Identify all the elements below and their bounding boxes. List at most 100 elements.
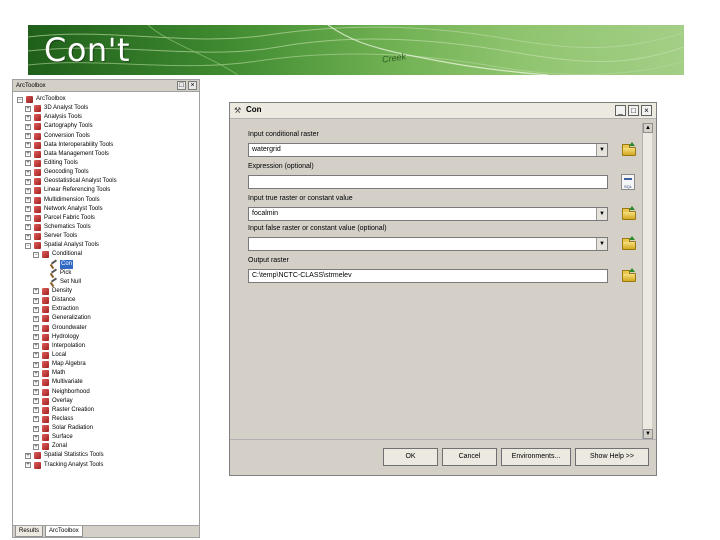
tree-item[interactable]: + Distance [13, 296, 199, 305]
expand-icon[interactable]: + [33, 361, 39, 368]
tree-item[interactable]: + Solar Radiation [13, 424, 199, 433]
minimize-button[interactable]: _ [615, 105, 626, 116]
tree-item[interactable]: + Math [13, 369, 199, 378]
tree-item[interactable]: + Schematics Tools [13, 223, 199, 232]
tree-item[interactable]: + Interpolation [13, 342, 199, 351]
expand-icon[interactable]: + [25, 462, 31, 469]
tree-item[interactable]: + Network Analyst Tools [13, 205, 199, 214]
expand-icon[interactable]: + [25, 197, 31, 204]
expand-icon[interactable]: + [25, 114, 31, 121]
tree-item[interactable]: + Local [13, 351, 199, 360]
tree-item[interactable]: + Reclass [13, 415, 199, 424]
expand-icon[interactable]: + [33, 325, 39, 332]
expand-icon[interactable]: + [25, 224, 31, 231]
ok-button[interactable]: OK [383, 448, 438, 466]
tree-item[interactable]: + Linear Referencing Tools [13, 186, 199, 195]
expand-icon[interactable]: + [25, 142, 31, 149]
tree-item[interactable]: − Spatial Analyst Tools [13, 241, 199, 250]
expand-icon[interactable]: + [33, 352, 39, 359]
expand-icon[interactable]: + [33, 407, 39, 414]
output-raster-input[interactable]: C:\temp\NCTC-CLASS\strmelev [248, 269, 608, 283]
tree-item[interactable]: + Parcel Fabric Tools [13, 214, 199, 223]
tree-item[interactable]: + Zonal [13, 442, 199, 451]
expand-icon[interactable]: + [25, 452, 31, 459]
collapse-icon[interactable]: − [33, 251, 39, 258]
tab-results[interactable]: Results [15, 526, 44, 537]
expand-icon[interactable]: + [33, 416, 39, 423]
tree-item[interactable]: + Density [13, 287, 199, 296]
arctoolbox-titlebar[interactable]: ArcToolbox □ × [13, 80, 199, 92]
collapse-icon[interactable]: − [17, 96, 23, 103]
arctoolbox-restore-button[interactable]: □ [177, 81, 186, 90]
tree-item[interactable]: − ArcToolbox [13, 95, 199, 104]
tree-item[interactable]: +3D Analyst Tools [13, 104, 199, 113]
collapse-icon[interactable]: − [25, 242, 31, 249]
expand-icon[interactable]: + [25, 160, 31, 167]
tree-item[interactable]: + Spatial Statistics Tools [13, 451, 199, 460]
expand-icon[interactable]: + [33, 297, 39, 304]
tree-item[interactable]: + Data Interoperability Tools [13, 141, 199, 150]
expand-icon[interactable]: + [33, 434, 39, 441]
browse-output-raster-button[interactable] [621, 268, 637, 283]
input-true-raster-select[interactable]: focalmin ▼ [248, 207, 608, 221]
expand-icon[interactable]: + [33, 425, 39, 432]
tree-item[interactable]: + Conversion Tools [13, 132, 199, 141]
tree-item[interactable]: Pick [13, 269, 199, 278]
expand-icon[interactable]: + [33, 315, 39, 322]
tree-item[interactable]: Set Null [13, 278, 199, 287]
tree-item[interactable]: + Geostatistical Analyst Tools [13, 177, 199, 186]
show-help-button[interactable]: Show Help >> [575, 448, 649, 466]
tree-item[interactable]: + Surface [13, 433, 199, 442]
tree-item[interactable]: + Editing Tools [13, 159, 199, 168]
tree-item[interactable]: + Multivariate [13, 378, 199, 387]
expand-icon[interactable]: + [33, 334, 39, 341]
expand-icon[interactable]: + [25, 187, 31, 194]
cancel-button[interactable]: Cancel [442, 448, 497, 466]
tree-item[interactable]: + Groundwater [13, 324, 199, 333]
expand-icon[interactable]: + [25, 178, 31, 185]
tree-item[interactable]: + Generalization [13, 314, 199, 323]
browse-true-raster-button[interactable] [621, 206, 637, 221]
environments-button[interactable]: Environments... [501, 448, 571, 466]
expand-icon[interactable]: + [25, 105, 31, 112]
expand-icon[interactable]: + [25, 133, 31, 140]
expand-icon[interactable]: + [25, 123, 31, 130]
tree-item[interactable]: + Overlay [13, 397, 199, 406]
scroll-up-button[interactable]: ▲ [643, 123, 653, 133]
tree-item[interactable]: − Conditional [13, 250, 199, 259]
tree-item[interactable]: + Raster Creation [13, 406, 199, 415]
tree-item[interactable]: Con [13, 259, 199, 269]
tree-item[interactable]: + Analysis Tools [13, 113, 199, 122]
expand-icon[interactable]: + [25, 215, 31, 222]
expand-icon[interactable]: + [25, 233, 31, 240]
chevron-down-icon[interactable]: ▼ [596, 208, 607, 220]
input-false-raster-select[interactable]: ▼ [248, 237, 608, 251]
input-conditional-raster-select[interactable]: watergrid ▼ [248, 143, 608, 157]
tab-arctoolbox[interactable]: ArcToolbox [45, 526, 83, 537]
con-dialog-titlebar[interactable]: ⚒ Con _ □ × [230, 103, 656, 119]
maximize-button[interactable]: □ [628, 105, 639, 116]
expand-icon[interactable]: + [33, 288, 39, 295]
expand-icon[interactable]: + [33, 306, 39, 313]
expand-icon[interactable]: + [33, 389, 39, 395]
expand-icon[interactable]: + [25, 151, 31, 158]
chevron-down-icon[interactable]: ▼ [596, 238, 607, 250]
tree-item[interactable]: + Neighborhood [13, 388, 199, 397]
tree-item[interactable]: + Extraction [13, 305, 199, 314]
close-button[interactable]: × [641, 105, 652, 116]
tree-item[interactable]: + Tracking Analyst Tools [13, 461, 199, 470]
tree-item[interactable]: + Cartography Tools [13, 122, 199, 131]
tree-item[interactable]: + Data Management Tools [13, 150, 199, 159]
tree-item[interactable]: + Hydrology [13, 333, 199, 342]
expand-icon[interactable]: + [25, 206, 31, 213]
arctoolbox-close-button[interactable]: × [188, 81, 197, 90]
expression-input[interactable] [248, 175, 608, 189]
expand-icon[interactable]: + [25, 169, 31, 176]
tree-item[interactable]: + Multidimension Tools [13, 196, 199, 205]
sql-query-button[interactable]: SQL [621, 174, 635, 190]
expand-icon[interactable]: + [33, 370, 39, 377]
browse-false-raster-button[interactable] [621, 236, 637, 251]
chevron-down-icon[interactable]: ▼ [596, 144, 607, 156]
expand-icon[interactable]: + [33, 398, 39, 405]
expand-icon[interactable]: + [33, 379, 39, 386]
